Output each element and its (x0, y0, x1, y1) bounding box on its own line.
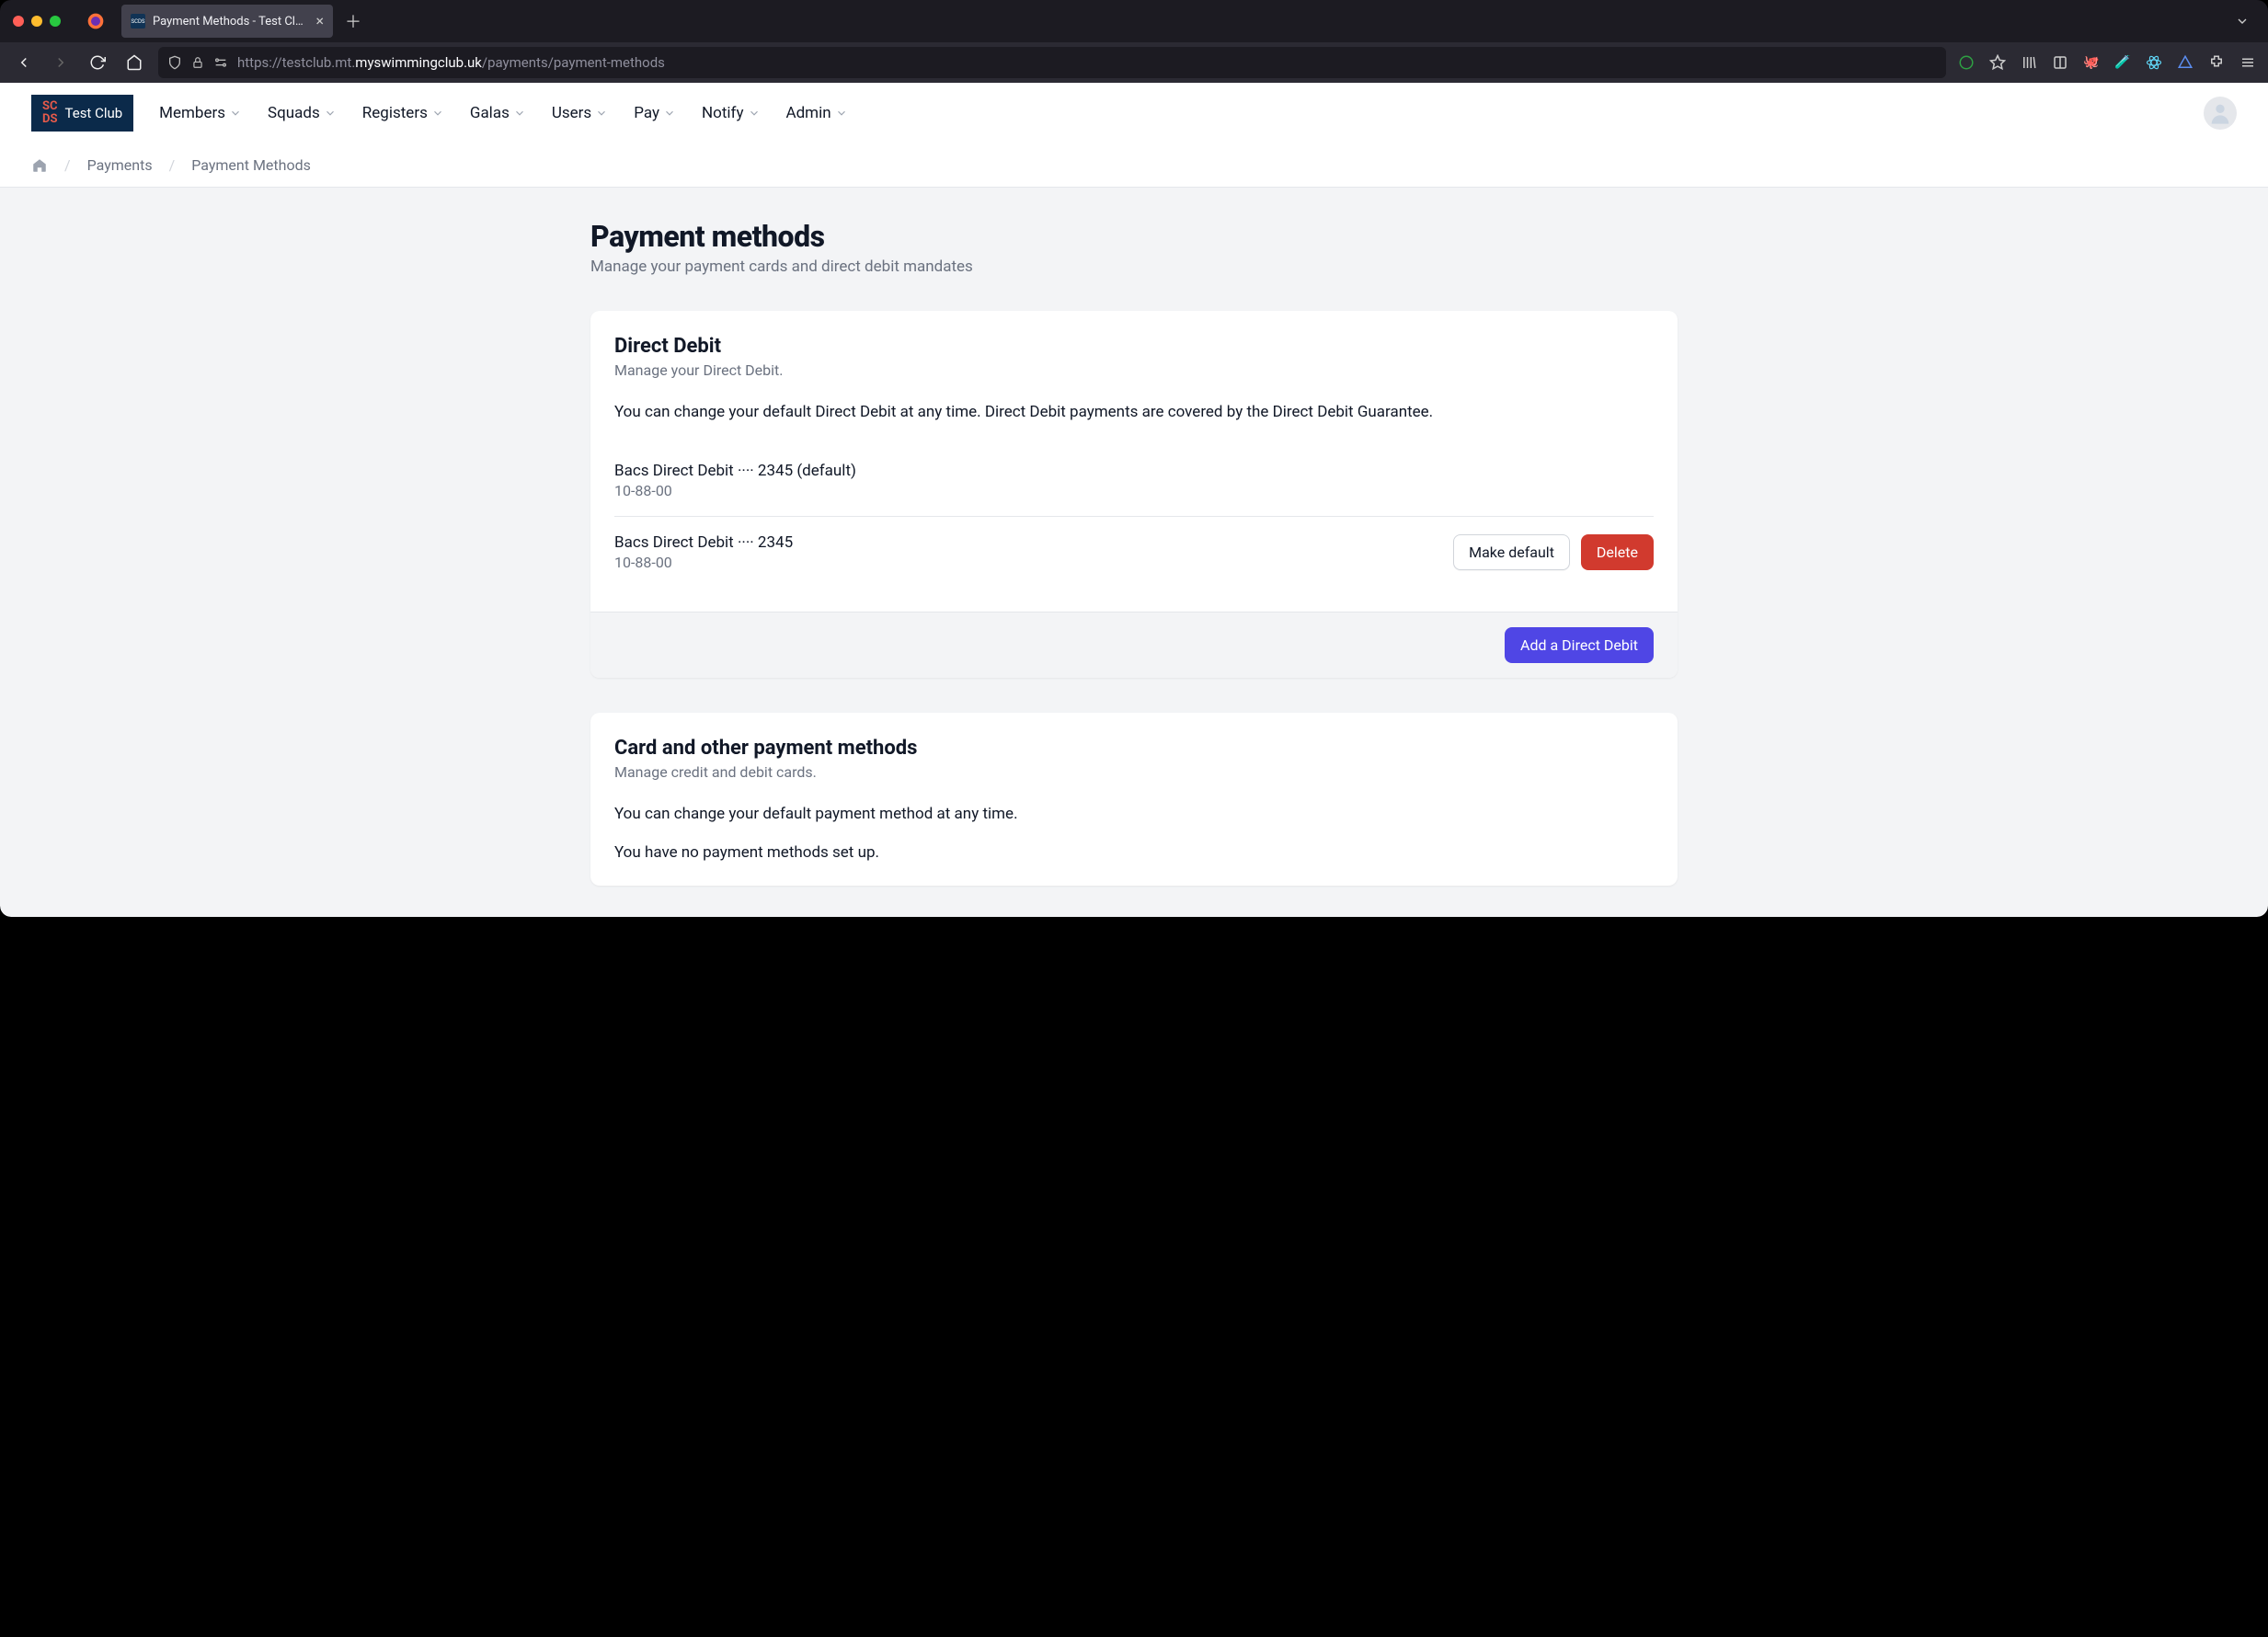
url-text: https://testclub.mt.myswimmingclub.uk/pa… (237, 54, 1937, 71)
window-maximize-icon[interactable] (50, 16, 61, 27)
add-direct-debit-button[interactable]: Add a Direct Debit (1505, 627, 1654, 663)
forward-button[interactable] (48, 50, 74, 75)
home-icon (31, 157, 48, 174)
direct-debit-card: Direct Debit Manage your Direct Debit. Y… (590, 311, 1678, 678)
chevron-down-icon (431, 107, 444, 120)
direct-debit-item-default: Bacs Direct Debit ···· 2345 (default) 10… (614, 443, 1654, 516)
breadcrumb-separator: / (169, 156, 176, 174)
chevron-down-icon (835, 107, 848, 120)
permissions-icon (213, 55, 228, 70)
section-subtitle-direct-debit: Manage your Direct Debit. (614, 361, 1654, 379)
cards-description: You can change your default payment meth… (614, 805, 1654, 823)
delete-button[interactable]: Delete (1581, 534, 1654, 570)
ext-icon-5[interactable] (2176, 53, 2194, 72)
breadcrumb-home[interactable] (31, 157, 48, 174)
make-default-button[interactable]: Make default (1453, 534, 1570, 570)
nav-users[interactable]: Users (552, 104, 608, 122)
breadcrumb-payment-methods[interactable]: Payment Methods (191, 156, 311, 174)
ext-icon-1[interactable] (1957, 53, 1976, 72)
page-title: Payment methods (590, 219, 1678, 254)
library-icon[interactable] (2020, 53, 2038, 72)
tab-title: Payment Methods - Test Club M (153, 15, 308, 29)
reload-button[interactable] (85, 50, 110, 75)
home-button[interactable] (121, 50, 147, 75)
main-nav: SCDS Test Club Members Squads Registers … (0, 83, 2268, 143)
chevron-down-icon (663, 107, 676, 120)
dd-item-sortcode: 10-88-00 (614, 482, 856, 499)
nav-admin[interactable]: Admin (786, 104, 848, 122)
reader-icon[interactable] (2051, 53, 2069, 72)
cards-section-card: Card and other payment methods Manage cr… (590, 713, 1678, 886)
brand-mark-icon: SCDS (42, 100, 58, 125)
brand-name: Test Club (65, 105, 123, 121)
ext-icon-2[interactable]: 🐙 (2082, 53, 2101, 72)
url-bar[interactable]: https://testclub.mt.myswimmingclub.uk/pa… (158, 47, 1946, 78)
chevron-down-icon (229, 107, 242, 120)
bookmark-star-icon[interactable] (1988, 53, 2007, 72)
chevron-down-icon (324, 107, 337, 120)
browser-tab-bar: SCDS Payment Methods - Test Club M × ＋ (0, 0, 2268, 42)
chevron-down-icon (748, 107, 761, 120)
direct-debit-item: Bacs Direct Debit ···· 2345 10-88-00 Mak… (614, 516, 1654, 588)
nav-squads[interactable]: Squads (268, 104, 337, 122)
lock-icon (191, 56, 204, 69)
window-minimize-icon[interactable] (31, 16, 42, 27)
section-title-direct-debit: Direct Debit (614, 335, 1654, 358)
firefox-icon (77, 12, 114, 30)
section-subtitle-cards: Manage credit and debit cards. (614, 763, 1654, 781)
dd-item-title: Bacs Direct Debit ···· 2345 (614, 533, 793, 552)
nav-members[interactable]: Members (159, 104, 242, 122)
shield-icon (167, 55, 182, 70)
new-tab-button[interactable]: ＋ (340, 8, 366, 34)
nav-notify[interactable]: Notify (702, 104, 760, 122)
tabs-list-button[interactable] (2224, 14, 2261, 29)
ext-icon-3[interactable]: 🧪 (2113, 53, 2132, 72)
extensions-icon[interactable] (2207, 53, 2226, 72)
chevron-down-icon (513, 107, 526, 120)
chevron-down-icon (595, 107, 608, 120)
nav-registers[interactable]: Registers (362, 104, 444, 122)
cards-empty-text: You have no payment methods set up. (614, 843, 1654, 862)
dd-item-sortcode: 10-88-00 (614, 554, 793, 571)
browser-tab-active[interactable]: SCDS Payment Methods - Test Club M × (121, 5, 333, 38)
section-title-cards: Card and other payment methods (614, 737, 1654, 760)
direct-debit-description: You can change your default Direct Debit… (614, 403, 1654, 421)
breadcrumb: / Payments / Payment Methods (0, 143, 2268, 187)
window-controls (7, 16, 70, 27)
brand-logo[interactable]: SCDS Test Club (31, 95, 133, 131)
dd-item-title: Bacs Direct Debit ···· 2345 (default) (614, 462, 856, 480)
breadcrumb-separator: / (64, 156, 71, 174)
nav-galas[interactable]: Galas (470, 104, 526, 122)
nav-pay[interactable]: Pay (634, 104, 676, 122)
ext-icon-4[interactable] (2145, 53, 2163, 72)
app-menu-icon[interactable] (2239, 53, 2257, 72)
user-avatar[interactable] (2204, 97, 2237, 130)
tab-favicon: SCDS (131, 14, 145, 29)
window-close-icon[interactable] (13, 16, 24, 27)
breadcrumb-payments[interactable]: Payments (87, 156, 153, 174)
browser-toolbar: https://testclub.mt.myswimmingclub.uk/pa… (0, 42, 2268, 83)
tab-close-icon[interactable]: × (315, 14, 324, 29)
page-subtitle: Manage your payment cards and direct deb… (590, 258, 1678, 276)
back-button[interactable] (11, 50, 37, 75)
